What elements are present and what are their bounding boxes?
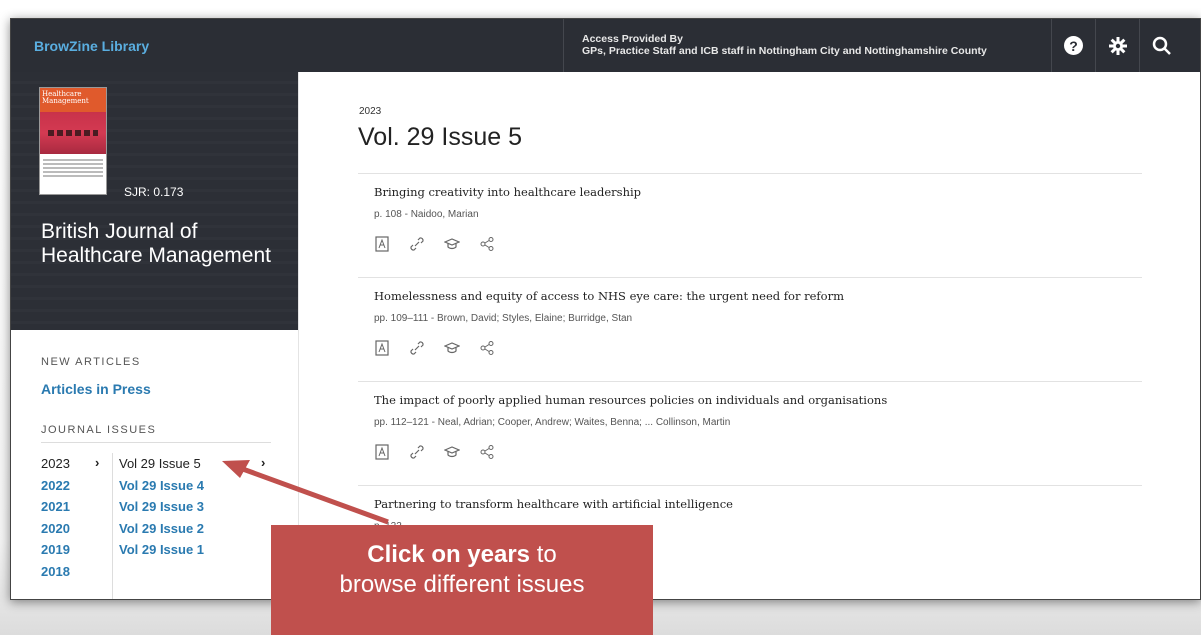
article-item: Homelessness and equity of access to NHS… xyxy=(358,277,1142,381)
year-item[interactable]: 2018 xyxy=(41,564,70,586)
settings-button[interactable] xyxy=(1095,19,1139,72)
pdf-icon[interactable] xyxy=(374,340,390,356)
callout-rest: to xyxy=(530,541,557,568)
journal-title: British Journal of Healthcare Management xyxy=(41,220,271,267)
year-item[interactable]: 2023 xyxy=(41,456,70,478)
graduation-cap-icon[interactable] xyxy=(443,236,461,252)
pdf-icon[interactable] xyxy=(374,236,390,252)
gear-icon xyxy=(1108,36,1127,55)
access-label: Access Provided By xyxy=(582,33,683,45)
cover-contents xyxy=(40,154,106,182)
article-item: The impact of poorly applied human resou… xyxy=(358,381,1142,485)
help-icon: ? xyxy=(1064,36,1083,55)
issue-year: 2023 xyxy=(359,106,382,117)
article-meta: p. 108 - Naidoo, Marian xyxy=(374,209,479,220)
year-item[interactable]: 2019 xyxy=(41,542,70,564)
search-icon xyxy=(1152,36,1171,55)
access-organisation: GPs, Practice Staff and ICB staff in Not… xyxy=(582,45,987,57)
divider xyxy=(41,442,271,443)
sjr-score: SJR: 0.173 xyxy=(124,185,184,199)
chevron-right-icon: › xyxy=(95,455,100,470)
access-provided-by: Access Provided By GPs, Practice Staff a… xyxy=(563,19,1051,72)
divider xyxy=(112,453,113,599)
issue-item[interactable]: Vol 29 Issue 4 xyxy=(119,478,204,500)
divider xyxy=(298,72,299,599)
article-item: Bringing creativity into healthcare lead… xyxy=(358,173,1142,277)
article-actions xyxy=(374,236,1142,252)
graduation-cap-icon[interactable] xyxy=(443,444,461,460)
share-icon[interactable] xyxy=(479,444,495,460)
article-title[interactable]: Partnering to transform healthcare with … xyxy=(374,497,1142,511)
article-title[interactable]: Bringing creativity into healthcare lead… xyxy=(374,185,1142,199)
journal-issues-heading: JOURNAL ISSUES xyxy=(41,424,157,436)
issue-list: Vol 29 Issue 5 Vol 29 Issue 4 Vol 29 Iss… xyxy=(119,456,204,564)
cover-title: Healthcare Management xyxy=(40,88,106,112)
callout-line1: Click on years to xyxy=(271,540,653,570)
link-icon[interactable] xyxy=(409,340,425,356)
article-meta: pp. 112–121 - Neal, Adrian; Cooper, Andr… xyxy=(374,417,731,428)
article-title[interactable]: The impact of poorly applied human resou… xyxy=(374,393,1142,407)
journal-cover[interactable]: Healthcare Management xyxy=(39,87,107,195)
callout-box: Click on years to browse different issue… xyxy=(271,525,653,635)
share-icon[interactable] xyxy=(479,236,495,252)
article-actions xyxy=(374,444,1142,460)
top-bar: BrowZine Library Access Provided By GPs,… xyxy=(11,19,1200,72)
link-icon[interactable] xyxy=(409,236,425,252)
issue-item[interactable]: Vol 29 Issue 2 xyxy=(119,521,204,543)
callout-bold: Click on years xyxy=(367,541,531,568)
year-item[interactable]: 2022 xyxy=(41,478,70,500)
issue-item[interactable]: Vol 29 Issue 3 xyxy=(119,499,204,521)
article-title[interactable]: Homelessness and equity of access to NHS… xyxy=(374,289,1142,303)
issue-title: Vol. 29 Issue 5 xyxy=(358,123,523,151)
year-item[interactable]: 2021 xyxy=(41,499,70,521)
share-icon[interactable] xyxy=(479,340,495,356)
article-actions xyxy=(374,340,1142,356)
callout-line2: browse different issues xyxy=(339,571,585,598)
search-button[interactable] xyxy=(1139,19,1183,72)
article-meta: pp. 109–111 - Brown, David; Styles, Elai… xyxy=(374,313,633,324)
chevron-right-icon: › xyxy=(261,455,266,470)
cover-image xyxy=(40,112,106,154)
pdf-icon[interactable] xyxy=(374,444,390,460)
year-item[interactable]: 2020 xyxy=(41,521,70,543)
brand-link[interactable]: BrowZine Library xyxy=(34,38,149,54)
help-button[interactable]: ? xyxy=(1051,19,1095,72)
issue-item[interactable]: Vol 29 Issue 1 xyxy=(119,542,204,564)
browzine-window: BrowZine Library Access Provided By GPs,… xyxy=(10,18,1201,600)
journal-header: Healthcare Management SJR: 0.173 British… xyxy=(11,72,298,330)
graduation-cap-icon[interactable] xyxy=(443,340,461,356)
new-articles-heading: NEW ARTICLES xyxy=(41,356,141,368)
articles-in-press-link[interactable]: Articles in Press xyxy=(41,381,151,397)
issue-item[interactable]: Vol 29 Issue 5 xyxy=(119,456,204,478)
year-list: 2023 2022 2021 2020 2019 2018 xyxy=(41,456,70,585)
link-icon[interactable] xyxy=(409,444,425,460)
